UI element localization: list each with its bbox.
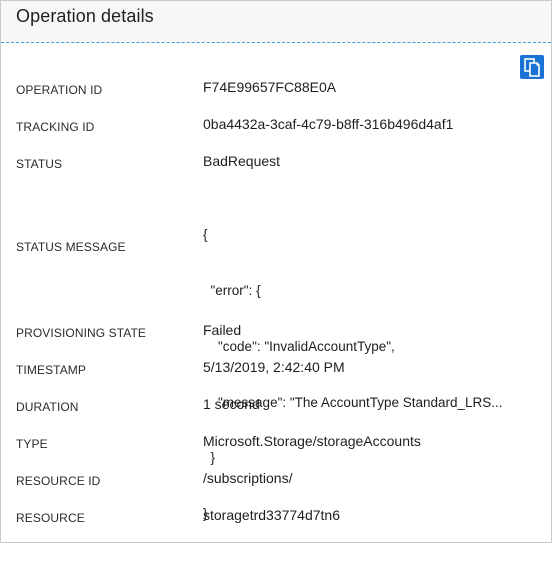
panel-title: Operation details xyxy=(16,6,154,26)
duration-value: 1 second xyxy=(203,396,260,412)
field-label: PROVISIONING STATE xyxy=(16,326,147,340)
type-value: Microsoft.Storage/storageAccounts xyxy=(203,433,421,449)
timestamp-value: 5/13/2019, 2:42:40 PM xyxy=(203,359,345,375)
field-label: STATUS MESSAGE xyxy=(16,240,126,254)
status-value: BadRequest xyxy=(203,153,281,169)
json-line: } xyxy=(203,450,216,466)
provisioning-state-value: Failed xyxy=(203,322,242,338)
field-label: TRACKING ID xyxy=(16,120,95,134)
field-label: STATUS xyxy=(16,157,63,171)
json-line: "code": "InvalidAccountType", xyxy=(203,338,395,354)
copy-button[interactable] xyxy=(520,55,544,79)
copy-icon xyxy=(520,55,544,79)
json-line: "error": { xyxy=(203,282,261,298)
field-label: DURATION xyxy=(16,400,79,414)
panel-header: Operation details xyxy=(1,1,551,43)
field-label: RESOURCE xyxy=(16,511,85,525)
json-line: { xyxy=(203,227,208,243)
resource-value: storagetrd33774d7tn6 xyxy=(203,507,340,523)
field-label: TIMESTAMP xyxy=(16,363,87,377)
operation-details-panel: Operation details OPERATION ID F74E99657… xyxy=(0,0,552,543)
operation-id-value: F74E99657FC88E0A xyxy=(203,79,337,95)
tracking-id-value: 0ba4432a-3caf-4c79-b8ff-316b496d4af1 xyxy=(203,116,454,132)
field-label: TYPE xyxy=(16,437,48,451)
field-label: OPERATION ID xyxy=(16,83,103,97)
field-label: RESOURCE ID xyxy=(16,474,101,488)
resource-id-value: /subscriptions/ xyxy=(203,470,293,486)
